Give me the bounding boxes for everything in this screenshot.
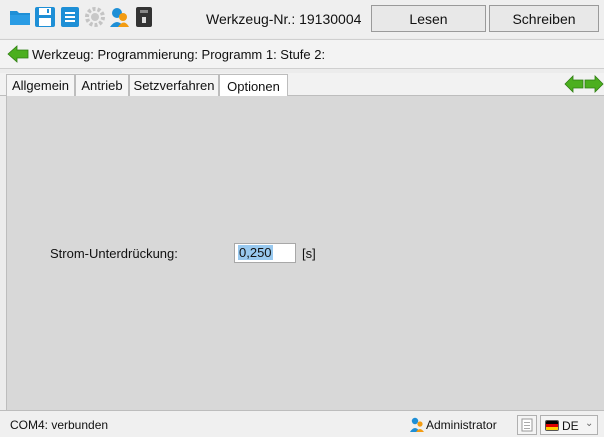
tab-allgemein[interactable]: Allgemein xyxy=(6,74,75,96)
print-icon[interactable] xyxy=(59,5,81,29)
back-arrow-icon[interactable] xyxy=(7,45,29,63)
chevron-down-icon: ⌄ xyxy=(585,418,594,429)
tab-bar: Allgemein Antrieb Setzverfahren Optionen xyxy=(0,73,604,97)
user-icon[interactable] xyxy=(108,5,130,29)
status-bar: COM4: verbunden Administrator DE ⌄ xyxy=(0,410,604,437)
user-icon xyxy=(409,417,425,432)
tab-optionen[interactable]: Optionen xyxy=(219,74,288,97)
folder-icon[interactable] xyxy=(9,5,31,29)
current-suppression-value: 0,250 xyxy=(238,245,273,260)
tab-nav-arrows xyxy=(564,75,604,93)
current-suppression-unit: [s] xyxy=(302,246,316,261)
document-icon[interactable] xyxy=(517,415,537,435)
write-button[interactable]: Schreiben xyxy=(489,5,599,32)
prev-arrow-icon[interactable] xyxy=(564,75,584,93)
breadcrumb-path: Werkzeug: Programmierung: Programm 1: St… xyxy=(32,47,326,62)
settings-icon[interactable] xyxy=(84,5,106,29)
connection-status: COM4: verbunden xyxy=(10,418,109,432)
save-icon[interactable] xyxy=(34,5,56,29)
language-select[interactable]: DE ⌄ xyxy=(540,415,598,435)
read-button[interactable]: Lesen xyxy=(371,5,486,32)
tab-setzverfahren[interactable]: Setzverfahren xyxy=(129,74,219,96)
language-code: DE xyxy=(562,419,579,433)
options-panel: Strom-Unterdrückung: 0,250 [s] xyxy=(6,96,604,410)
tab-antrieb[interactable]: Antrieb xyxy=(75,74,129,96)
current-suppression-label: Strom-Unterdrückung: xyxy=(50,246,178,261)
current-suppression-input[interactable]: 0,250 xyxy=(234,243,296,263)
next-arrow-icon[interactable] xyxy=(584,75,604,93)
toolbar: Werkzeug-Nr.: 19130004 Lesen Schreiben xyxy=(0,0,604,38)
breadcrumb: Werkzeug: Programmierung: Programm 1: St… xyxy=(0,39,604,69)
usb-device-icon[interactable] xyxy=(133,5,155,29)
german-flag-icon xyxy=(545,420,559,431)
tool-number: Werkzeug-Nr.: 19130004 xyxy=(206,11,362,27)
user-name: Administrator xyxy=(426,418,497,432)
